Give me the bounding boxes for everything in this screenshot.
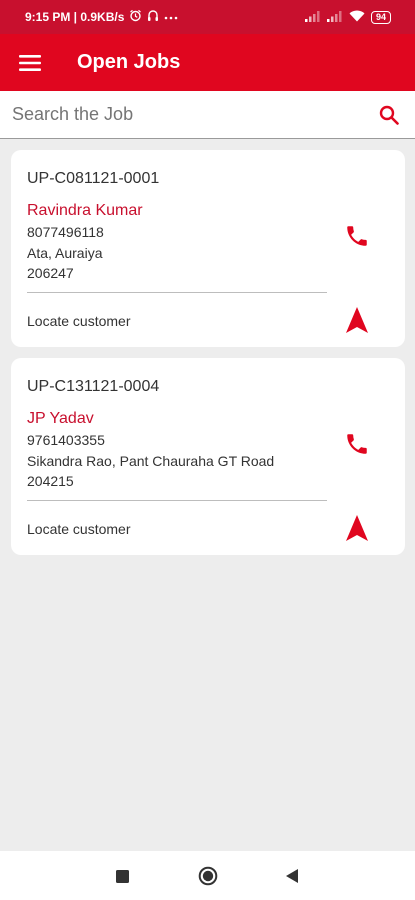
- phone-icon: [347, 226, 367, 246]
- customer-address: Ata, Auraiya: [27, 245, 103, 261]
- status-bar: 9:15 PM | 0.9KB/s 94: [0, 0, 415, 34]
- search-icon: [379, 105, 399, 125]
- customer-address: Sikandra Rao, Pant Chauraha GT Road: [27, 453, 275, 469]
- customer-pincode: 206247: [27, 265, 74, 281]
- navigation-arrow-icon: [346, 307, 368, 333]
- job-card[interactable]: UP-C081121-0001 Ravindra Kumar 807749611…: [11, 150, 405, 347]
- search-button[interactable]: [375, 101, 403, 129]
- navigation-arrow-icon: [346, 515, 368, 541]
- job-card[interactable]: UP-C131121-0004 JP Yadav 9761403355 Sika…: [11, 358, 405, 555]
- customer-phone: 9761403355: [27, 432, 105, 448]
- signal-icon: [304, 10, 321, 25]
- locate-customer-link[interactable]: Locate customer: [27, 521, 131, 537]
- navigate-button[interactable]: [344, 306, 370, 334]
- status-right: 94: [304, 10, 391, 25]
- search-input[interactable]: [12, 104, 375, 125]
- home-button[interactable]: [197, 865, 219, 887]
- search-bar: [0, 91, 415, 139]
- divider: [27, 500, 327, 501]
- back-triangle-icon: [286, 869, 298, 883]
- system-navigation-bar: [0, 851, 415, 900]
- wifi-icon: [349, 10, 365, 25]
- more-dots-icon: [164, 10, 178, 24]
- back-button[interactable]: [283, 867, 301, 885]
- app-bar: Open Jobs: [0, 34, 415, 91]
- customer-pincode: 204215: [27, 473, 74, 489]
- job-id: UP-C081121-0001: [27, 170, 160, 187]
- status-time-speed: 9:15 PM | 0.9KB/s: [25, 10, 125, 24]
- headset-icon: [147, 9, 159, 25]
- locate-customer-link[interactable]: Locate customer: [27, 313, 131, 329]
- customer-name: Ravindra Kumar: [27, 202, 143, 219]
- call-button[interactable]: [341, 220, 373, 252]
- divider: [27, 292, 327, 293]
- home-circle-icon: [198, 866, 218, 886]
- battery-icon: 94: [370, 10, 391, 24]
- status-left: 9:15 PM | 0.9KB/s: [25, 9, 178, 25]
- job-id: UP-C131121-0004: [27, 378, 160, 395]
- signal-icon-2: [326, 10, 343, 25]
- customer-name: JP Yadav: [27, 410, 94, 427]
- call-button[interactable]: [341, 428, 373, 460]
- alarm-icon: [129, 9, 142, 25]
- hamburger-menu-button[interactable]: [0, 34, 60, 91]
- navigate-button[interactable]: [344, 514, 370, 542]
- recents-square-icon: [115, 869, 129, 883]
- recents-button[interactable]: [113, 867, 131, 885]
- hamburger-menu-icon: [19, 54, 41, 71]
- customer-phone: 8077496118: [27, 224, 104, 240]
- page-title: Open Jobs: [77, 51, 181, 73]
- phone-icon: [347, 434, 367, 454]
